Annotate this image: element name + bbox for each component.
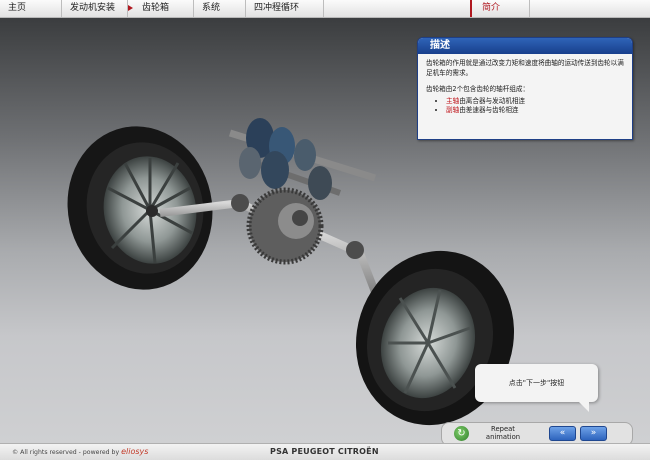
- shaft-list: 主轴由离合器与发动机相连 副轴由差速器与齿轮相连: [426, 97, 624, 116]
- company-logo: PSA PEUGEOT CITROËN: [270, 447, 379, 456]
- nav-item-engine-install[interactable]: 发动机安装: [62, 0, 128, 17]
- repeat-animation-button[interactable]: Repeat animation: [472, 425, 534, 441]
- shaft-name: 主轴: [446, 96, 460, 105]
- copyright-label: © All rights reserved - powered by: [12, 449, 120, 456]
- previous-button[interactable]: «: [549, 426, 576, 441]
- nav-label: 四冲程循环: [254, 3, 300, 13]
- shaft-desc: 由离合器与发动机相连: [459, 96, 526, 105]
- nav-label: 发动机安装: [70, 3, 116, 13]
- nav-item-home[interactable]: 主页: [0, 0, 62, 17]
- double-arrow-left-icon: «: [559, 428, 566, 438]
- instruction-callout: 点击"下一步"按钮: [475, 364, 598, 402]
- repeat-label-line: animation: [485, 433, 521, 441]
- callout-tail: [575, 398, 589, 412]
- nav-item-intro[interactable]: 简介: [470, 0, 530, 17]
- next-button[interactable]: »: [580, 426, 607, 441]
- eliosys-logo: eliosys: [121, 447, 149, 456]
- shaft-name: 副轴: [446, 106, 460, 114]
- nav-item-system[interactable]: 系统: [194, 0, 246, 17]
- description-title: 描述: [418, 38, 632, 54]
- list-item: 副轴由差速器与齿轮相连: [446, 106, 624, 116]
- list-item: 主轴由离合器与发动机相连: [446, 97, 624, 107]
- shaft-desc: 由差速器与齿轮相连: [459, 106, 519, 114]
- gear-assembly: [228, 118, 377, 265]
- nav-label: 主页: [8, 3, 27, 13]
- nav-item-four-stroke[interactable]: 四冲程循环: [246, 0, 324, 17]
- repeat-label-line: Repeat: [491, 425, 515, 433]
- footer: © All rights reserved - powered by elios…: [0, 443, 650, 460]
- top-navigation: 主页 发动机安装 齿轮箱 系统 四冲程循环 简介: [0, 0, 650, 18]
- nav-label: 系统: [202, 3, 221, 13]
- double-arrow-right-icon: »: [590, 428, 597, 438]
- description-body: 齿轮箱的作用就是通过改变力矩和速度将曲轴的运动传送到齿轮以满足机车的需求。 齿轮…: [418, 54, 632, 121]
- description-paragraph: 齿轮箱由2个包含齿轮的轴杆组成：: [426, 85, 530, 93]
- active-marker-icon: [128, 5, 133, 11]
- copyright-text: © All rights reserved - powered by elios…: [12, 446, 148, 459]
- nav-item-gearbox[interactable]: 齿轮箱: [128, 0, 194, 17]
- description-panel: 描述 齿轮箱的作用就是通过改变力矩和速度将曲轴的运动传送到齿轮以满足机车的需求。…: [417, 37, 633, 140]
- repeat-icon[interactable]: ↻: [454, 426, 469, 441]
- description-paragraph: 齿轮箱的作用就是通过改变力矩和速度将曲轴的运动传送到齿轮以满足机车的需求。: [426, 59, 624, 77]
- nav-label: 齿轮箱: [142, 3, 170, 13]
- nav-label: 简介: [482, 3, 501, 13]
